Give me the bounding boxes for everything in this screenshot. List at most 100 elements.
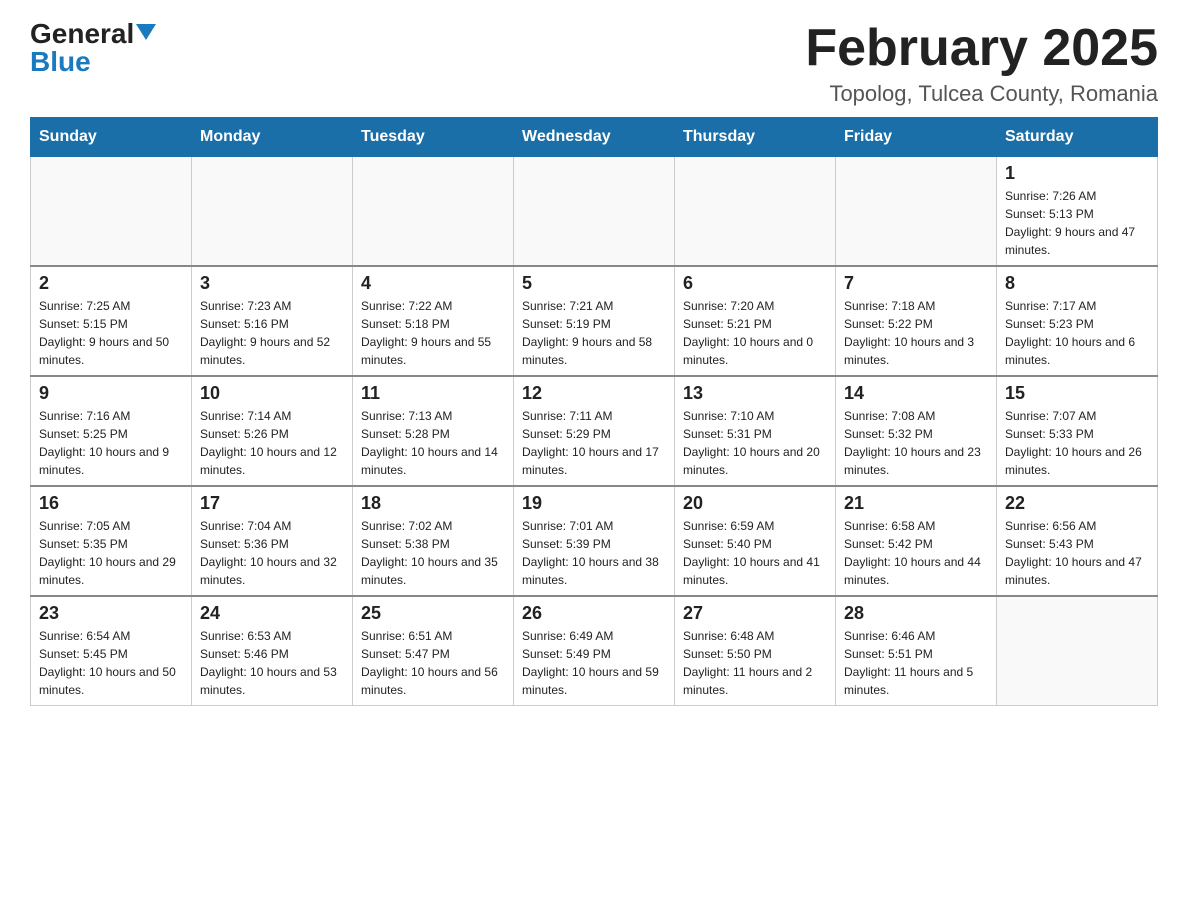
day-info: Sunrise: 6:56 AM Sunset: 5:43 PM Dayligh… bbox=[1005, 517, 1149, 589]
day-number: 16 bbox=[39, 493, 183, 514]
day-number: 11 bbox=[361, 383, 505, 404]
calendar-header-wednesday: Wednesday bbox=[514, 118, 675, 157]
calendar-cell: 16Sunrise: 7:05 AM Sunset: 5:35 PM Dayli… bbox=[31, 486, 192, 596]
day-info: Sunrise: 7:17 AM Sunset: 5:23 PM Dayligh… bbox=[1005, 297, 1149, 369]
day-number: 17 bbox=[200, 493, 344, 514]
location-title: Topolog, Tulcea County, Romania bbox=[805, 81, 1158, 107]
calendar-header-row: SundayMondayTuesdayWednesdayThursdayFrid… bbox=[31, 118, 1158, 157]
calendar-cell: 22 Sunrise: 6:56 AM Sunset: 5:43 PM Dayli… bbox=[997, 486, 1158, 596]
day-info: Sunrise: 6:54 AM Sunset: 5:45 PM Dayligh… bbox=[39, 627, 183, 699]
day-number: 19 bbox=[522, 493, 666, 514]
calendar-cell: 21 Sunrise: 6:58 AM Sunset: 5:42 PM Dayli… bbox=[836, 486, 997, 596]
calendar-cell: 1 Sunrise: 7:26 AM Sunset: 5:13 PM Daylig… bbox=[997, 157, 1158, 267]
day-number: 10 bbox=[200, 383, 344, 404]
calendar-cell: 13 Sunrise: 7:10 AM Sunset: 5:31 PM Dayli… bbox=[675, 376, 836, 486]
logo-blue-text: Blue bbox=[30, 48, 91, 76]
day-info: Sunrise: 7:22 AM Sunset: 5:18 PM Dayligh… bbox=[361, 297, 505, 369]
day-number: 20 bbox=[683, 493, 827, 514]
calendar-cell bbox=[675, 157, 836, 267]
calendar-cell bbox=[997, 596, 1158, 706]
day-number: 8 bbox=[1005, 273, 1149, 294]
day-number: 12 bbox=[522, 383, 666, 404]
calendar-header-monday: Monday bbox=[192, 118, 353, 157]
day-number: 25 bbox=[361, 603, 505, 624]
day-number: 22 bbox=[1005, 493, 1149, 514]
calendar-cell: 17 Sunrise: 7:04 AM Sunset: 5:36 PM Dayli… bbox=[192, 486, 353, 596]
calendar-week-row: 9 Sunrise: 7:16 AM Sunset: 5:25 PM Daylig… bbox=[31, 376, 1158, 486]
day-number: 23 bbox=[39, 603, 183, 624]
calendar-cell: 26 Sunrise: 6:49 AM Sunset: 5:49 PM Dayli… bbox=[514, 596, 675, 706]
calendar-cell: 4Sunrise: 7:22 AM Sunset: 5:18 PM Daylig… bbox=[353, 266, 514, 376]
day-number: 3 bbox=[200, 273, 344, 294]
day-info: Sunrise: 7:13 AM Sunset: 5:28 PM Dayligh… bbox=[361, 407, 505, 479]
calendar-cell: 2Sunrise: 7:25 AM Sunset: 5:15 PM Daylig… bbox=[31, 266, 192, 376]
calendar-cell: 8 Sunrise: 7:17 AM Sunset: 5:23 PM Daylig… bbox=[997, 266, 1158, 376]
day-info: Sunrise: 7:07 AM Sunset: 5:33 PM Dayligh… bbox=[1005, 407, 1149, 479]
calendar-week-row: 23 Sunrise: 6:54 AM Sunset: 5:45 PM Dayli… bbox=[31, 596, 1158, 706]
calendar-cell: 28 Sunrise: 6:46 AM Sunset: 5:51 PM Dayli… bbox=[836, 596, 997, 706]
calendar-cell: 3 Sunrise: 7:23 AM Sunset: 5:16 PM Daylig… bbox=[192, 266, 353, 376]
day-info: Sunrise: 7:23 AM Sunset: 5:16 PM Dayligh… bbox=[200, 297, 344, 369]
day-info: Sunrise: 6:58 AM Sunset: 5:42 PM Dayligh… bbox=[844, 517, 988, 589]
day-number: 1 bbox=[1005, 163, 1149, 184]
day-info: Sunrise: 6:59 AM Sunset: 5:40 PM Dayligh… bbox=[683, 517, 827, 589]
calendar-cell: 23 Sunrise: 6:54 AM Sunset: 5:45 PM Dayli… bbox=[31, 596, 192, 706]
calendar-cell bbox=[31, 157, 192, 267]
calendar-cell: 6Sunrise: 7:20 AM Sunset: 5:21 PM Daylig… bbox=[675, 266, 836, 376]
calendar-cell: 24Sunrise: 6:53 AM Sunset: 5:46 PM Dayli… bbox=[192, 596, 353, 706]
day-info: Sunrise: 7:16 AM Sunset: 5:25 PM Dayligh… bbox=[39, 407, 183, 479]
day-info: Sunrise: 7:04 AM Sunset: 5:36 PM Dayligh… bbox=[200, 517, 344, 589]
day-number: 6 bbox=[683, 273, 827, 294]
day-info: Sunrise: 7:02 AM Sunset: 5:38 PM Dayligh… bbox=[361, 517, 505, 589]
calendar-cell: 25 Sunrise: 6:51 AM Sunset: 5:47 PM Dayli… bbox=[353, 596, 514, 706]
calendar-cell: 12 Sunrise: 7:11 AM Sunset: 5:29 PM Dayli… bbox=[514, 376, 675, 486]
day-info: Sunrise: 6:49 AM Sunset: 5:49 PM Dayligh… bbox=[522, 627, 666, 699]
calendar-cell: 20 Sunrise: 6:59 AM Sunset: 5:40 PM Dayli… bbox=[675, 486, 836, 596]
calendar-cell: 9 Sunrise: 7:16 AM Sunset: 5:25 PM Daylig… bbox=[31, 376, 192, 486]
calendar-cell: 19Sunrise: 7:01 AM Sunset: 5:39 PM Dayli… bbox=[514, 486, 675, 596]
day-number: 5 bbox=[522, 273, 666, 294]
calendar-header-saturday: Saturday bbox=[997, 118, 1158, 157]
calendar-cell: 15 Sunrise: 7:07 AM Sunset: 5:33 PM Dayli… bbox=[997, 376, 1158, 486]
calendar-cell: 18Sunrise: 7:02 AM Sunset: 5:38 PM Dayli… bbox=[353, 486, 514, 596]
day-info: Sunrise: 7:08 AM Sunset: 5:32 PM Dayligh… bbox=[844, 407, 988, 479]
calendar-header-tuesday: Tuesday bbox=[353, 118, 514, 157]
day-info: Sunrise: 7:14 AM Sunset: 5:26 PM Dayligh… bbox=[200, 407, 344, 479]
day-info: Sunrise: 6:53 AM Sunset: 5:46 PM Dayligh… bbox=[200, 627, 344, 699]
day-number: 9 bbox=[39, 383, 183, 404]
day-number: 21 bbox=[844, 493, 988, 514]
logo: General Blue bbox=[30, 20, 156, 76]
day-info: Sunrise: 6:46 AM Sunset: 5:51 PM Dayligh… bbox=[844, 627, 988, 699]
calendar-header-thursday: Thursday bbox=[675, 118, 836, 157]
calendar-cell: 10 Sunrise: 7:14 AM Sunset: 5:26 PM Dayli… bbox=[192, 376, 353, 486]
day-info: Sunrise: 7:26 AM Sunset: 5:13 PM Dayligh… bbox=[1005, 187, 1149, 259]
day-info: Sunrise: 7:18 AM Sunset: 5:22 PM Dayligh… bbox=[844, 297, 988, 369]
day-info: Sunrise: 7:25 AM Sunset: 5:15 PM Dayligh… bbox=[39, 297, 183, 369]
day-info: Sunrise: 6:51 AM Sunset: 5:47 PM Dayligh… bbox=[361, 627, 505, 699]
calendar-header-friday: Friday bbox=[836, 118, 997, 157]
day-info: Sunrise: 7:11 AM Sunset: 5:29 PM Dayligh… bbox=[522, 407, 666, 479]
day-info: Sunrise: 6:48 AM Sunset: 5:50 PM Dayligh… bbox=[683, 627, 827, 699]
day-number: 28 bbox=[844, 603, 988, 624]
calendar-week-row: 16Sunrise: 7:05 AM Sunset: 5:35 PM Dayli… bbox=[31, 486, 1158, 596]
day-info: Sunrise: 7:10 AM Sunset: 5:31 PM Dayligh… bbox=[683, 407, 827, 479]
calendar-cell: 7 Sunrise: 7:18 AM Sunset: 5:22 PM Daylig… bbox=[836, 266, 997, 376]
day-number: 13 bbox=[683, 383, 827, 404]
logo-triangle-icon bbox=[136, 24, 156, 40]
day-number: 26 bbox=[522, 603, 666, 624]
calendar-cell: 11 Sunrise: 7:13 AM Sunset: 5:28 PM Dayli… bbox=[353, 376, 514, 486]
day-number: 27 bbox=[683, 603, 827, 624]
calendar-header-sunday: Sunday bbox=[31, 118, 192, 157]
title-area: February 2025 Topolog, Tulcea County, Ro… bbox=[805, 20, 1158, 107]
calendar-cell bbox=[353, 157, 514, 267]
calendar-cell: 5Sunrise: 7:21 AM Sunset: 5:19 PM Daylig… bbox=[514, 266, 675, 376]
calendar-week-row: 2Sunrise: 7:25 AM Sunset: 5:15 PM Daylig… bbox=[31, 266, 1158, 376]
calendar-cell bbox=[192, 157, 353, 267]
logo-general-text: General bbox=[30, 20, 134, 48]
month-title: February 2025 bbox=[805, 20, 1158, 77]
page-header: General Blue February 2025 Topolog, Tulc… bbox=[30, 20, 1158, 107]
calendar-cell: 14Sunrise: 7:08 AM Sunset: 5:32 PM Dayli… bbox=[836, 376, 997, 486]
day-number: 15 bbox=[1005, 383, 1149, 404]
calendar-week-row: 1 Sunrise: 7:26 AM Sunset: 5:13 PM Daylig… bbox=[31, 157, 1158, 267]
day-number: 7 bbox=[844, 273, 988, 294]
